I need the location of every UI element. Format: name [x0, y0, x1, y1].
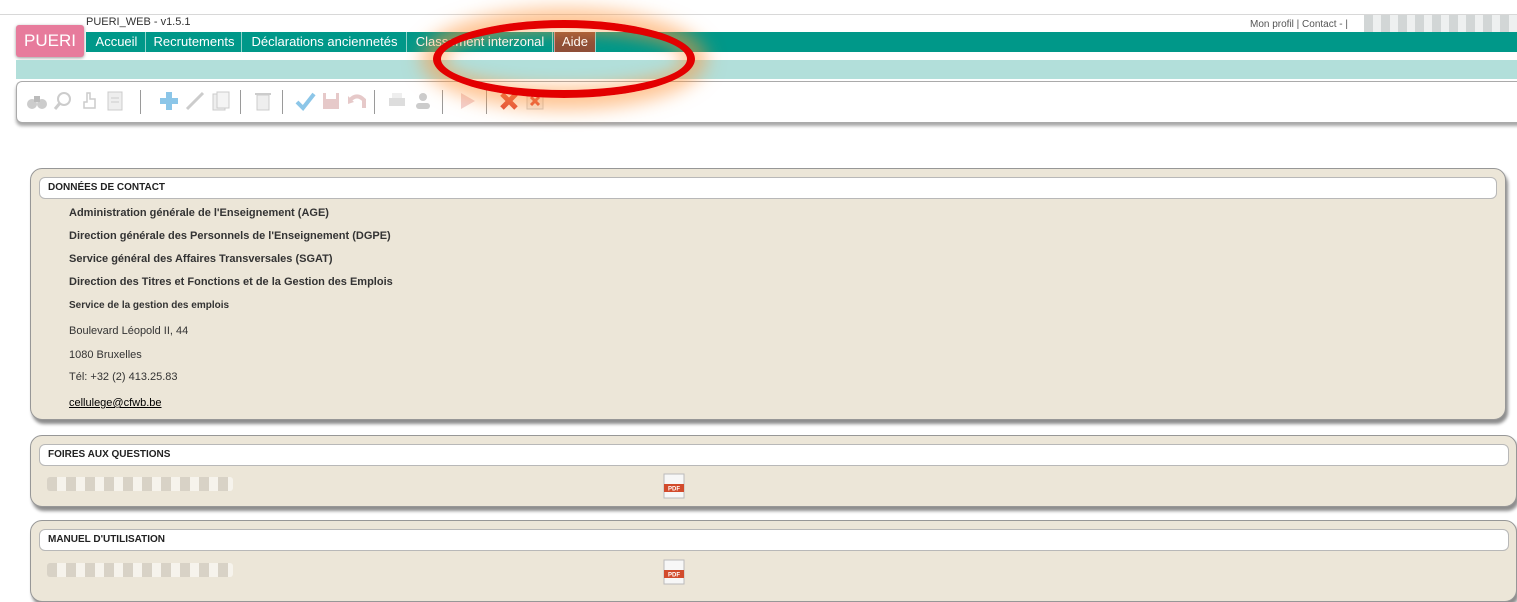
contact-line-dgpe: Direction générale des Personnels de l'E… — [69, 230, 391, 242]
svg-text:PDF: PDF — [668, 573, 680, 579]
manual-document-name-redacted — [47, 563, 233, 577]
toolbar-separator — [240, 90, 241, 114]
magnifier-icon[interactable] — [52, 90, 74, 112]
app-version: PUERI_WEB - v1.5.1 — [86, 16, 191, 28]
toolbar — [16, 81, 1517, 123]
contact-line-sgat: Service général des Affaires Transversal… — [69, 253, 333, 265]
toolbar-separator — [140, 90, 141, 114]
edit-pencil-icon[interactable] — [184, 90, 206, 112]
contact-line-direction: Direction des Titres et Fonctions et de … — [69, 276, 393, 288]
faq-panel: FOIRES AUX QUESTIONS PDF — [30, 435, 1517, 507]
contact-line-city: 1080 Bruxelles — [69, 349, 142, 361]
contact-line-phone: Tél: +32 (2) 413.25.83 — [69, 371, 178, 383]
contact-line-service: Service de la gestion des emplois — [69, 300, 230, 311]
document-icon[interactable] — [104, 90, 126, 112]
add-icon[interactable] — [158, 90, 180, 112]
toolbar-separator — [442, 90, 443, 114]
validate-check-icon[interactable] — [294, 90, 316, 112]
save-disk-icon[interactable] — [320, 90, 342, 112]
faq-document-name-redacted — [47, 477, 233, 491]
close-window-icon[interactable] — [524, 90, 546, 112]
sub-nav-bar — [16, 60, 1517, 79]
nav-declarations-anciennetes[interactable]: Déclarations anciennetés — [243, 32, 407, 52]
contact-panel: DONNÉES DE CONTACT Administration généra… — [30, 168, 1506, 420]
nav-accueil[interactable]: Accueil — [88, 32, 146, 52]
contact-panel-title: DONNÉES DE CONTACT — [39, 177, 1497, 199]
toolbar-separator — [486, 90, 487, 114]
profile-links[interactable]: Mon profil | Contact - | — [1250, 19, 1348, 30]
pdf-icon[interactable]: PDF — [663, 559, 685, 585]
delete-trash-icon[interactable] — [252, 90, 274, 112]
contact-line-age: Administration générale de l'Enseignemen… — [69, 207, 329, 219]
faq-panel-title: FOIRES AUX QUESTIONS — [39, 444, 1509, 466]
hand-pointer-icon[interactable] — [78, 90, 100, 112]
svg-text:PDF: PDF — [668, 487, 680, 493]
play-icon[interactable] — [456, 90, 478, 112]
manual-panel: MANUEL D'UTILISATION PDF — [30, 520, 1517, 602]
nav-classement-interzonal[interactable]: Classement interzonal — [408, 32, 553, 52]
user-icon[interactable] — [412, 90, 434, 112]
pdf-icon[interactable]: PDF — [663, 473, 685, 499]
copy-icon[interactable] — [210, 90, 232, 112]
nav-recrutements[interactable]: Recrutements — [147, 32, 242, 52]
binoculars-icon[interactable] — [26, 90, 48, 112]
toolbar-separator — [374, 90, 375, 114]
close-red-x-icon[interactable] — [498, 90, 520, 112]
contact-line-address: Boulevard Léopold II, 44 — [69, 325, 189, 337]
top-divider — [0, 14, 1517, 15]
app-logo[interactable]: PUERI — [16, 25, 84, 57]
contact-email-link[interactable]: cellulege@cfwb.be — [69, 397, 162, 409]
undo-icon[interactable] — [346, 90, 368, 112]
user-name-redacted — [1364, 15, 1517, 33]
print-icon[interactable] — [386, 90, 408, 112]
toolbar-separator — [282, 90, 283, 114]
manual-panel-title: MANUEL D'UTILISATION — [39, 529, 1509, 551]
nav-aide[interactable]: Aide — [554, 32, 596, 52]
